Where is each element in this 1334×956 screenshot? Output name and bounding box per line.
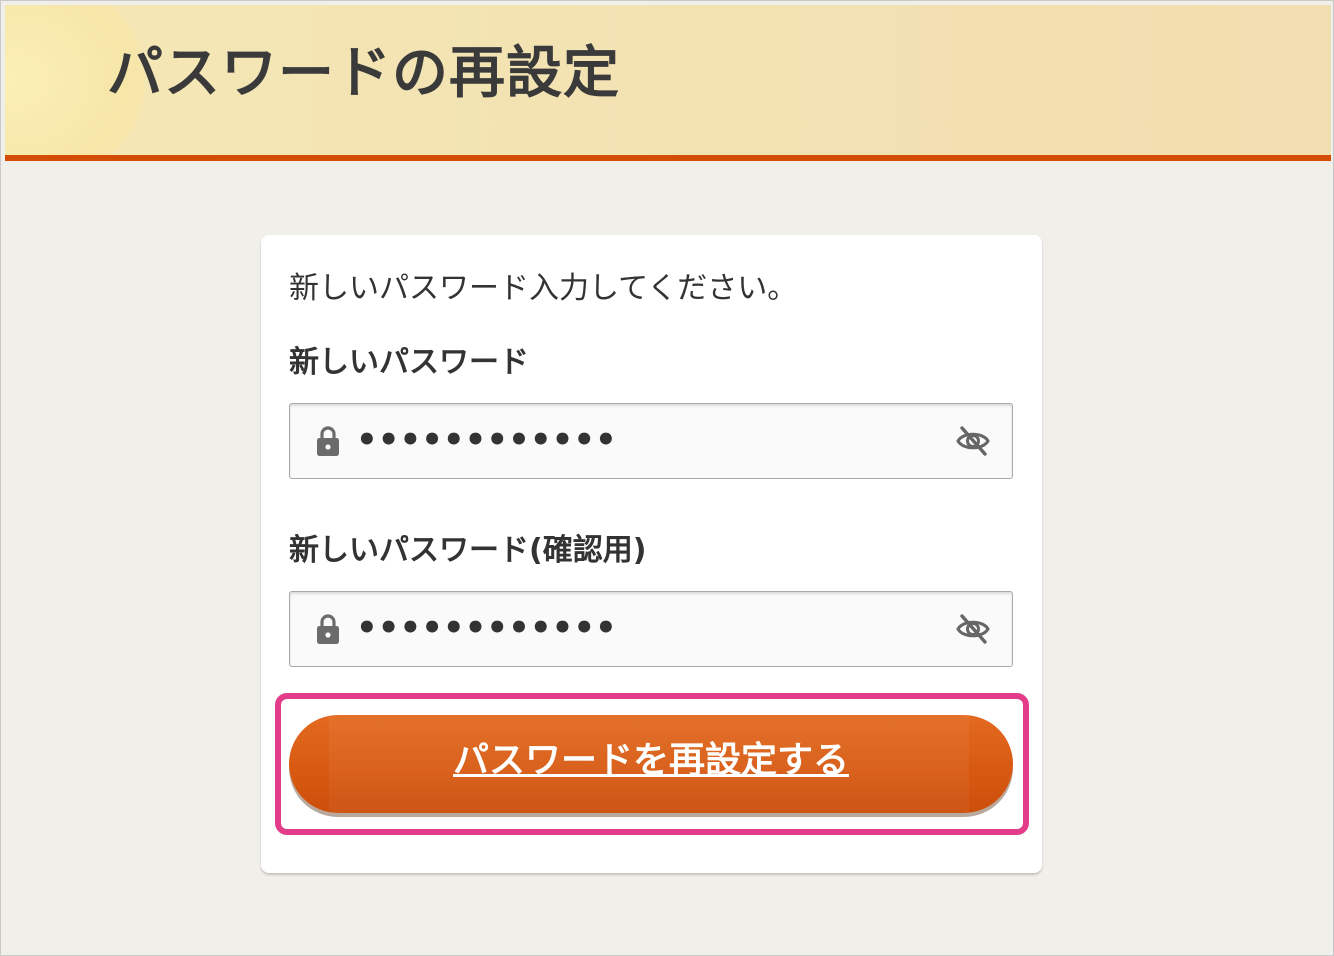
confirm-password-value: ••••••••••••	[356, 608, 617, 648]
page-frame: パスワードの再設定 新しいパスワード入力してください。 新しいパスワード •••…	[0, 0, 1334, 956]
header-divider	[5, 155, 1331, 161]
reset-password-card: 新しいパスワード入力してください。 新しいパスワード •••••••••••• …	[261, 235, 1042, 873]
eye-off-icon[interactable]	[956, 612, 990, 646]
reset-password-button-label: パスワードを再設定する	[452, 740, 849, 781]
confirm-password-label: 新しいパスワード(確認用)	[289, 533, 647, 568]
new-password-label: 新しいパスワード	[289, 345, 529, 380]
page-header: パスワードの再設定	[5, 5, 1331, 155]
lock-icon	[317, 426, 339, 456]
reset-password-button[interactable]: パスワードを再設定する	[289, 715, 1013, 813]
instruction-text: 新しいパスワード入力してください。	[289, 271, 798, 306]
confirm-password-field[interactable]: ••••••••••••	[289, 591, 1013, 667]
eye-off-icon[interactable]	[956, 424, 990, 458]
new-password-value: ••••••••••••	[356, 420, 617, 460]
page-title: パスワードの再設定	[107, 41, 620, 106]
new-password-field[interactable]: ••••••••••••	[289, 403, 1013, 479]
lock-icon	[317, 614, 339, 644]
